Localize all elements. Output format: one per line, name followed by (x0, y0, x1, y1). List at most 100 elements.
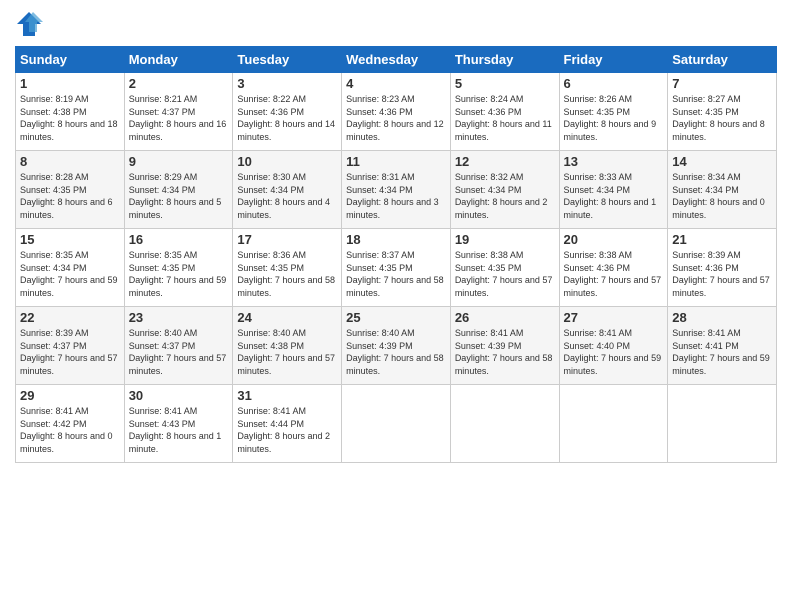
day-cell: 7Sunrise: 8:27 AMSunset: 4:35 PMDaylight… (668, 73, 777, 151)
day-cell: 19 Sunrise: 8:38 AMSunset: 4:35 PMDayligh… (450, 229, 559, 307)
day-number: 19 (455, 232, 555, 247)
day-number: 4 (346, 76, 446, 91)
col-header-sunday: Sunday (16, 47, 125, 73)
day-cell: 15Sunrise: 8:35 AMSunset: 4:34 PMDayligh… (16, 229, 125, 307)
day-info: Sunrise: 8:32 AMSunset: 4:34 PMDaylight:… (455, 171, 555, 221)
day-cell: 8 Sunrise: 8:28 AMSunset: 4:35 PMDaylight… (16, 151, 125, 229)
day-number: 17 (237, 232, 337, 247)
day-number: 5 (455, 76, 555, 91)
day-number: 31 (237, 388, 337, 403)
day-cell: 29Sunrise: 8:41 AMSunset: 4:42 PMDayligh… (16, 385, 125, 463)
day-info: Sunrise: 8:40 AMSunset: 4:37 PMDaylight:… (129, 327, 229, 377)
day-cell: 25 Sunrise: 8:40 AMSunset: 4:39 PMDayligh… (342, 307, 451, 385)
day-cell: 30 Sunrise: 8:41 AMSunset: 4:43 PMDayligh… (124, 385, 233, 463)
day-info: Sunrise: 8:41 AMSunset: 4:43 PMDaylight:… (129, 405, 229, 455)
week-row-1: 1 Sunrise: 8:19 AMSunset: 4:38 PMDaylight… (16, 73, 777, 151)
day-cell: 24 Sunrise: 8:40 AMSunset: 4:38 PMDayligh… (233, 307, 342, 385)
day-number: 7 (672, 76, 772, 91)
week-row-2: 8 Sunrise: 8:28 AMSunset: 4:35 PMDaylight… (16, 151, 777, 229)
day-info: Sunrise: 8:36 AMSunset: 4:35 PMDaylight:… (237, 249, 337, 299)
col-header-thursday: Thursday (450, 47, 559, 73)
day-number: 30 (129, 388, 229, 403)
calendar-header-row: SundayMondayTuesdayWednesdayThursdayFrid… (16, 47, 777, 73)
day-info: Sunrise: 8:28 AMSunset: 4:35 PMDaylight:… (20, 171, 120, 221)
col-header-wednesday: Wednesday (342, 47, 451, 73)
col-header-saturday: Saturday (668, 47, 777, 73)
day-cell: 4 Sunrise: 8:23 AMSunset: 4:36 PMDaylight… (342, 73, 451, 151)
day-number: 3 (237, 76, 337, 91)
day-number: 24 (237, 310, 337, 325)
day-cell: 10Sunrise: 8:30 AMSunset: 4:34 PMDayligh… (233, 151, 342, 229)
day-cell: 31 Sunrise: 8:41 AMSunset: 4:44 PMDayligh… (233, 385, 342, 463)
day-info: Sunrise: 8:40 AMSunset: 4:38 PMDaylight:… (237, 327, 337, 377)
day-cell: 14Sunrise: 8:34 AMSunset: 4:34 PMDayligh… (668, 151, 777, 229)
day-info: Sunrise: 8:39 AMSunset: 4:36 PMDaylight:… (672, 249, 772, 299)
day-number: 8 (20, 154, 120, 169)
day-cell: 3Sunrise: 8:22 AMSunset: 4:36 PMDaylight… (233, 73, 342, 151)
day-cell: 1 Sunrise: 8:19 AMSunset: 4:38 PMDaylight… (16, 73, 125, 151)
day-cell: 12Sunrise: 8:32 AMSunset: 4:34 PMDayligh… (450, 151, 559, 229)
day-number: 2 (129, 76, 229, 91)
day-cell: 22 Sunrise: 8:39 AMSunset: 4:37 PMDayligh… (16, 307, 125, 385)
day-number: 27 (564, 310, 664, 325)
day-number: 6 (564, 76, 664, 91)
day-cell: 27 Sunrise: 8:41 AMSunset: 4:40 PMDayligh… (559, 307, 668, 385)
day-cell: 9 Sunrise: 8:29 AMSunset: 4:34 PMDaylight… (124, 151, 233, 229)
day-number: 18 (346, 232, 446, 247)
day-info: Sunrise: 8:29 AMSunset: 4:34 PMDaylight:… (129, 171, 229, 221)
day-cell (342, 385, 451, 463)
day-cell (668, 385, 777, 463)
header (15, 10, 777, 38)
col-header-monday: Monday (124, 47, 233, 73)
day-cell: 16Sunrise: 8:35 AMSunset: 4:35 PMDayligh… (124, 229, 233, 307)
day-cell: 23Sunrise: 8:40 AMSunset: 4:37 PMDayligh… (124, 307, 233, 385)
week-row-5: 29Sunrise: 8:41 AMSunset: 4:42 PMDayligh… (16, 385, 777, 463)
calendar: SundayMondayTuesdayWednesdayThursdayFrid… (15, 46, 777, 463)
day-number: 9 (129, 154, 229, 169)
day-cell (450, 385, 559, 463)
day-number: 28 (672, 310, 772, 325)
day-number: 20 (564, 232, 664, 247)
day-info: Sunrise: 8:39 AMSunset: 4:37 PMDaylight:… (20, 327, 120, 377)
day-cell: 18Sunrise: 8:37 AMSunset: 4:35 PMDayligh… (342, 229, 451, 307)
day-number: 26 (455, 310, 555, 325)
day-number: 25 (346, 310, 446, 325)
day-info: Sunrise: 8:41 AMSunset: 4:41 PMDaylight:… (672, 327, 772, 377)
day-number: 13 (564, 154, 664, 169)
day-cell: 6 Sunrise: 8:26 AMSunset: 4:35 PMDaylight… (559, 73, 668, 151)
day-info: Sunrise: 8:41 AMSunset: 4:39 PMDaylight:… (455, 327, 555, 377)
day-number: 11 (346, 154, 446, 169)
day-info: Sunrise: 8:26 AMSunset: 4:35 PMDaylight:… (564, 93, 664, 143)
day-number: 21 (672, 232, 772, 247)
day-info: Sunrise: 8:21 AMSunset: 4:37 PMDaylight:… (129, 93, 229, 143)
day-info: Sunrise: 8:40 AMSunset: 4:39 PMDaylight:… (346, 327, 446, 377)
day-info: Sunrise: 8:41 AMSunset: 4:40 PMDaylight:… (564, 327, 664, 377)
day-cell: 17 Sunrise: 8:36 AMSunset: 4:35 PMDayligh… (233, 229, 342, 307)
week-row-3: 15Sunrise: 8:35 AMSunset: 4:34 PMDayligh… (16, 229, 777, 307)
day-cell: 2 Sunrise: 8:21 AMSunset: 4:37 PMDaylight… (124, 73, 233, 151)
day-info: Sunrise: 8:30 AMSunset: 4:34 PMDaylight:… (237, 171, 337, 221)
col-header-friday: Friday (559, 47, 668, 73)
day-info: Sunrise: 8:34 AMSunset: 4:34 PMDaylight:… (672, 171, 772, 221)
day-cell: 26 Sunrise: 8:41 AMSunset: 4:39 PMDayligh… (450, 307, 559, 385)
day-info: Sunrise: 8:19 AMSunset: 4:38 PMDaylight:… (20, 93, 120, 143)
day-cell: 20 Sunrise: 8:38 AMSunset: 4:36 PMDayligh… (559, 229, 668, 307)
day-info: Sunrise: 8:41 AMSunset: 4:44 PMDaylight:… (237, 405, 337, 455)
day-number: 1 (20, 76, 120, 91)
day-cell: 21 Sunrise: 8:39 AMSunset: 4:36 PMDayligh… (668, 229, 777, 307)
col-header-tuesday: Tuesday (233, 47, 342, 73)
day-cell: 13Sunrise: 8:33 AMSunset: 4:34 PMDayligh… (559, 151, 668, 229)
day-cell (559, 385, 668, 463)
day-info: Sunrise: 8:38 AMSunset: 4:36 PMDaylight:… (564, 249, 664, 299)
day-info: Sunrise: 8:23 AMSunset: 4:36 PMDaylight:… (346, 93, 446, 143)
day-info: Sunrise: 8:24 AMSunset: 4:36 PMDaylight:… (455, 93, 555, 143)
day-cell: 11Sunrise: 8:31 AMSunset: 4:34 PMDayligh… (342, 151, 451, 229)
day-number: 15 (20, 232, 120, 247)
page: SundayMondayTuesdayWednesdayThursdayFrid… (0, 0, 792, 612)
day-info: Sunrise: 8:38 AMSunset: 4:35 PMDaylight:… (455, 249, 555, 299)
week-row-4: 22 Sunrise: 8:39 AMSunset: 4:37 PMDayligh… (16, 307, 777, 385)
logo (15, 10, 47, 38)
day-number: 16 (129, 232, 229, 247)
day-number: 22 (20, 310, 120, 325)
day-cell: 5 Sunrise: 8:24 AMSunset: 4:36 PMDaylight… (450, 73, 559, 151)
